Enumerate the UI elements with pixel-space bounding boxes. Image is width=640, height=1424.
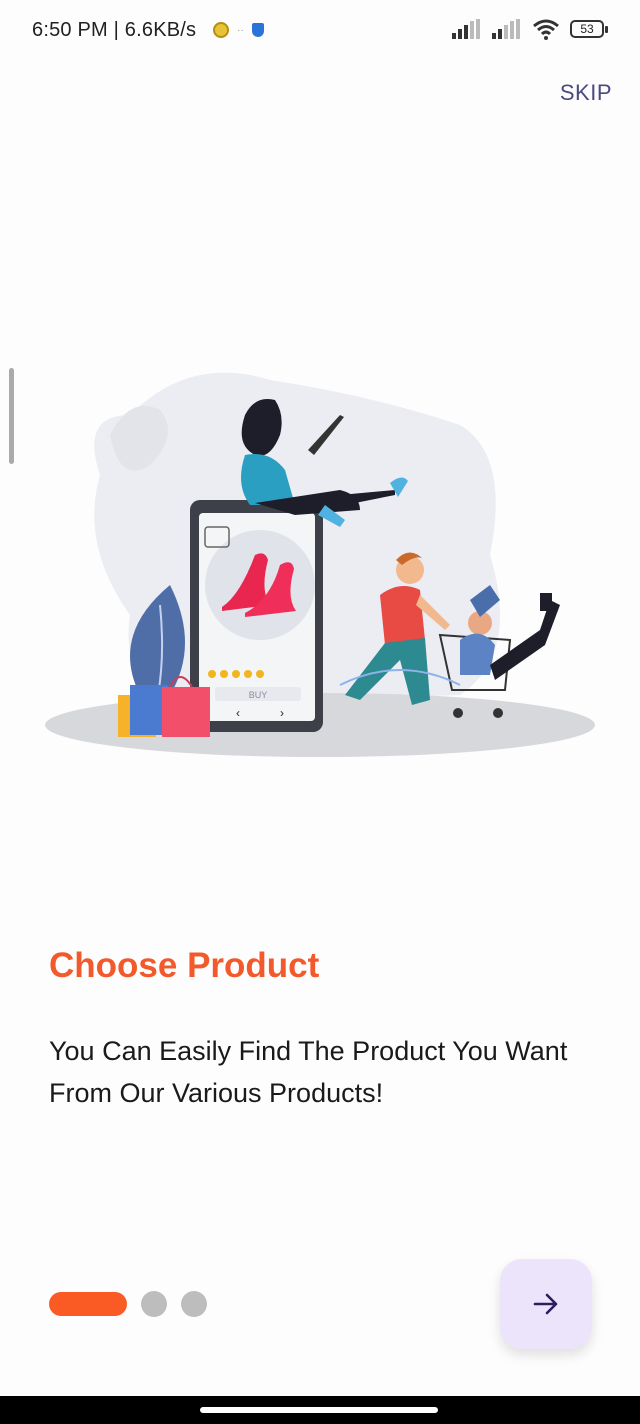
skip-button[interactable]: SKIP: [560, 80, 612, 106]
status-bar: 6:50 PM | 6.6KB/s ·· 53: [0, 0, 640, 64]
page-indicator: [49, 1291, 207, 1317]
illustration-buy-label: BUY: [249, 690, 268, 700]
wifi-icon: [533, 19, 559, 40]
dots-icon: ··: [237, 24, 244, 36]
next-button[interactable]: [500, 1259, 592, 1349]
shield-icon: [251, 23, 264, 37]
page-dot: [141, 1291, 167, 1317]
onboarding-title: Choose Product: [49, 946, 320, 985]
scroll-indicator: [9, 368, 14, 464]
onboarding-illustration: BUY ‹ ›: [45, 372, 595, 757]
app-notification-icon: [213, 22, 229, 38]
signal-icon: [452, 19, 480, 39]
home-indicator[interactable]: [200, 1407, 438, 1413]
page-dot: [181, 1291, 207, 1317]
battery-level: 53: [580, 22, 594, 36]
status-time-speed: 6:50 PM | 6.6KB/s: [32, 19, 197, 41]
arrow-right-icon: [533, 1293, 558, 1315]
notification-icons: ··: [213, 22, 264, 38]
page-dot-active: [49, 1292, 127, 1316]
signal-icon-2: [492, 19, 520, 39]
onboarding-description: You Can Easily Find The Product You Want…: [49, 1036, 568, 1108]
battery-icon: 53: [570, 20, 608, 38]
svg-text:‹: ‹: [236, 706, 240, 720]
status-icons: 53: [452, 18, 608, 40]
svg-text:›: ›: [280, 706, 284, 720]
